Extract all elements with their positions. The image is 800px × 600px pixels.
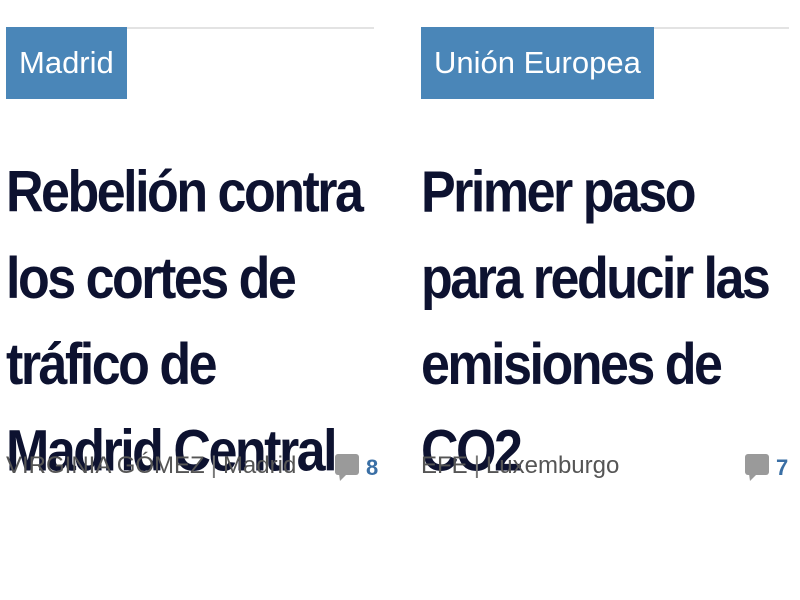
- section-tag-link[interactable]: Madrid: [6, 27, 127, 99]
- comment-bubble-icon: [744, 453, 770, 483]
- dateline-location: Luxemburgo: [485, 452, 620, 479]
- article-card-union-europea: Unión Europea Primer paso para reducir l…: [421, 0, 793, 600]
- article-meta: EFE | Luxemburgo 7: [421, 448, 793, 488]
- byline-separator: |: [473, 452, 480, 479]
- article-headline-link[interactable]: Primer paso para reducir las emisiones d…: [421, 150, 793, 495]
- byline: EFE | Luxemburgo: [421, 448, 619, 484]
- comment-count: 7: [776, 455, 789, 480]
- comment-count: 8: [366, 455, 379, 480]
- byline-separator: |: [210, 452, 217, 479]
- byline: VIRGINIA GÓMEZ | Madrid: [6, 448, 296, 484]
- article-headline-link[interactable]: Rebelión contra los cortes de tráfico de…: [6, 150, 378, 495]
- article-meta: VIRGINIA GÓMEZ | Madrid 8: [6, 448, 378, 488]
- dateline-location: Madrid: [222, 452, 297, 479]
- author-name: VIRGINIA GÓMEZ: [6, 452, 205, 479]
- comment-bubble-icon: [334, 453, 360, 483]
- comments-link[interactable]: 8: [334, 448, 378, 488]
- comments-link[interactable]: 7: [744, 448, 788, 488]
- section-tag-link[interactable]: Unión Europea: [421, 27, 654, 99]
- author-name: EFE: [421, 452, 468, 479]
- article-card-madrid: Madrid Rebelión contra los cortes de trá…: [6, 0, 378, 600]
